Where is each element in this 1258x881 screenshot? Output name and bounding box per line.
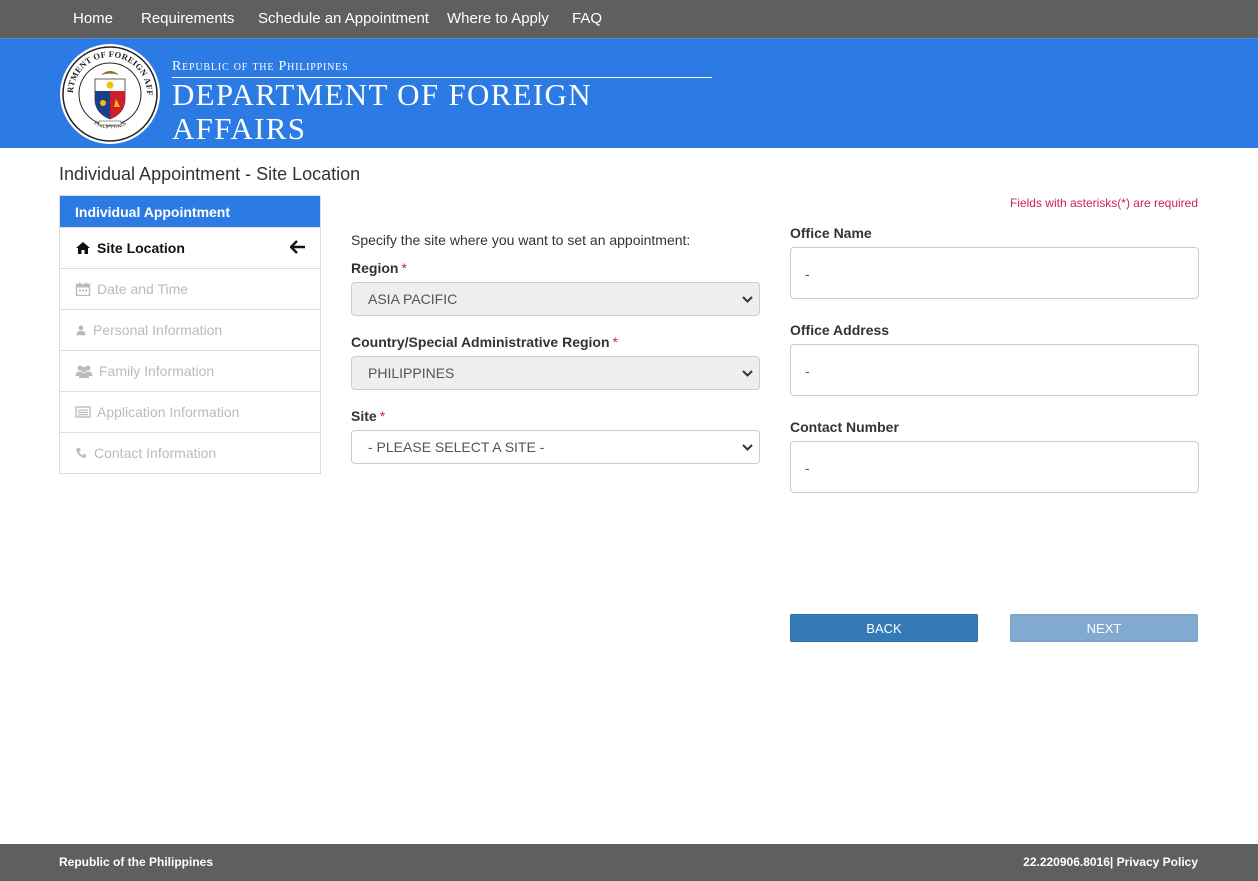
required-fields-note: Fields with asterisks(*) are required	[1009, 196, 1198, 210]
office-name-label: Office Name	[790, 225, 872, 241]
nav-schedule-link[interactable]: Schedule an Appointment	[258, 10, 429, 27]
sidebar-item-contact-info[interactable]: Contact Information	[60, 432, 320, 473]
sidebar-item-personal-info[interactable]: Personal Information	[60, 309, 320, 350]
version-text: 22.220906.8016|	[1023, 855, 1114, 869]
banner-address-text: 2330 Roxas Boulevard, Pasay City, Philip…	[172, 145, 560, 164]
sidebar-item-label: Family Information	[99, 363, 215, 379]
banner-text-block: Republic of the Philippines DEPARTMENT O…	[172, 59, 712, 164]
sidebar-item-site-location[interactable]: Site Location	[60, 227, 320, 268]
phone-icon	[76, 448, 86, 458]
chevron-down-icon	[742, 370, 753, 377]
chevron-down-icon	[742, 444, 753, 451]
required-asterisk: *	[401, 260, 407, 276]
sidebar-item-date-time[interactable]: Date and Time	[60, 268, 320, 309]
nav-faq-link[interactable]: FAQ	[572, 10, 602, 27]
required-asterisk: *	[612, 334, 618, 350]
country-label: Country/Special Administrative Region *	[351, 334, 618, 350]
dfa-seal-logo: DEPARTMENT OF FOREIGN AFFAIRS PHILIPPINE…	[59, 43, 160, 144]
banner-department-title: DEPARTMENT OF FOREIGN AFFAIRS	[172, 77, 712, 146]
list-icon	[75, 406, 91, 418]
chevron-down-icon	[742, 296, 753, 303]
sidebar-item-family-info[interactable]: Family Information	[60, 350, 320, 391]
arrow-left-icon	[290, 240, 305, 254]
banner-republic-text: Republic of the Philippines	[172, 59, 349, 74]
site-label: Site *	[351, 408, 385, 424]
sidebar-item-label: Application Information	[97, 404, 240, 420]
back-button[interactable]: BACK	[790, 614, 978, 642]
top-nav: Home Requirements Schedule an Appointmen…	[0, 0, 1258, 38]
required-asterisk: *	[379, 408, 386, 424]
office-address-value: -	[790, 344, 1199, 396]
sidebar-item-application-info[interactable]: Application Information	[60, 391, 320, 432]
nav-home-link[interactable]: Home	[73, 10, 113, 27]
region-selected-value: ASIA PACIFIC	[368, 291, 458, 307]
office-address-label: Office Address	[790, 322, 890, 338]
sidebar-item-label: Personal Information	[93, 322, 223, 338]
page-title: Individual Appointment - Site Location	[59, 164, 361, 184]
region-label-text: Region	[351, 260, 399, 276]
office-name-value: -	[790, 247, 1199, 299]
site-instruction-text: Specify the site where you want to set a…	[351, 232, 691, 248]
contact-number-label: Contact Number	[790, 419, 899, 435]
users-icon	[75, 365, 93, 378]
sidebar-header: Individual Appointment	[60, 196, 320, 227]
site-select[interactable]: - PLEASE SELECT A SITE -	[351, 430, 760, 464]
nav-requirements-link[interactable]: Requirements	[141, 10, 234, 27]
region-label: Region *	[351, 260, 407, 276]
site-label-text: Site	[351, 408, 377, 424]
calendar-icon	[75, 282, 91, 296]
sidebar-item-label: Contact Information	[94, 445, 217, 461]
country-select[interactable]: PHILIPPINES	[351, 356, 760, 390]
steps-sidebar: Individual Appointment Site Location Dat…	[59, 195, 321, 474]
header-banner: DEPARTMENT OF FOREIGN AFFAIRS PHILIPPINE…	[0, 38, 1258, 164]
site-selected-value: - PLEASE SELECT A SITE -	[368, 439, 545, 455]
next-button[interactable]: NEXT	[1010, 614, 1198, 642]
footer-right: 22.220906.8016| Privacy Policy	[1023, 855, 1198, 869]
footer: Republic of the Philippines 22.220906.80…	[0, 844, 1258, 881]
region-select[interactable]: ASIA PACIFIC	[351, 282, 760, 316]
privacy-policy-link[interactable]: Privacy Policy	[1117, 855, 1198, 869]
nav-where-to-apply-link[interactable]: Where to Apply	[447, 10, 549, 27]
country-selected-value: PHILIPPINES	[368, 365, 455, 381]
country-label-text: Country/Special Administrative Region	[351, 334, 610, 350]
footer-republic-text: Republic of the Philippines	[59, 855, 214, 869]
sidebar-item-label: Date and Time	[97, 281, 189, 297]
user-icon	[76, 325, 86, 336]
home-icon	[76, 242, 90, 254]
sidebar-item-label: Site Location	[97, 240, 185, 256]
contact-number-value: -	[790, 441, 1199, 493]
